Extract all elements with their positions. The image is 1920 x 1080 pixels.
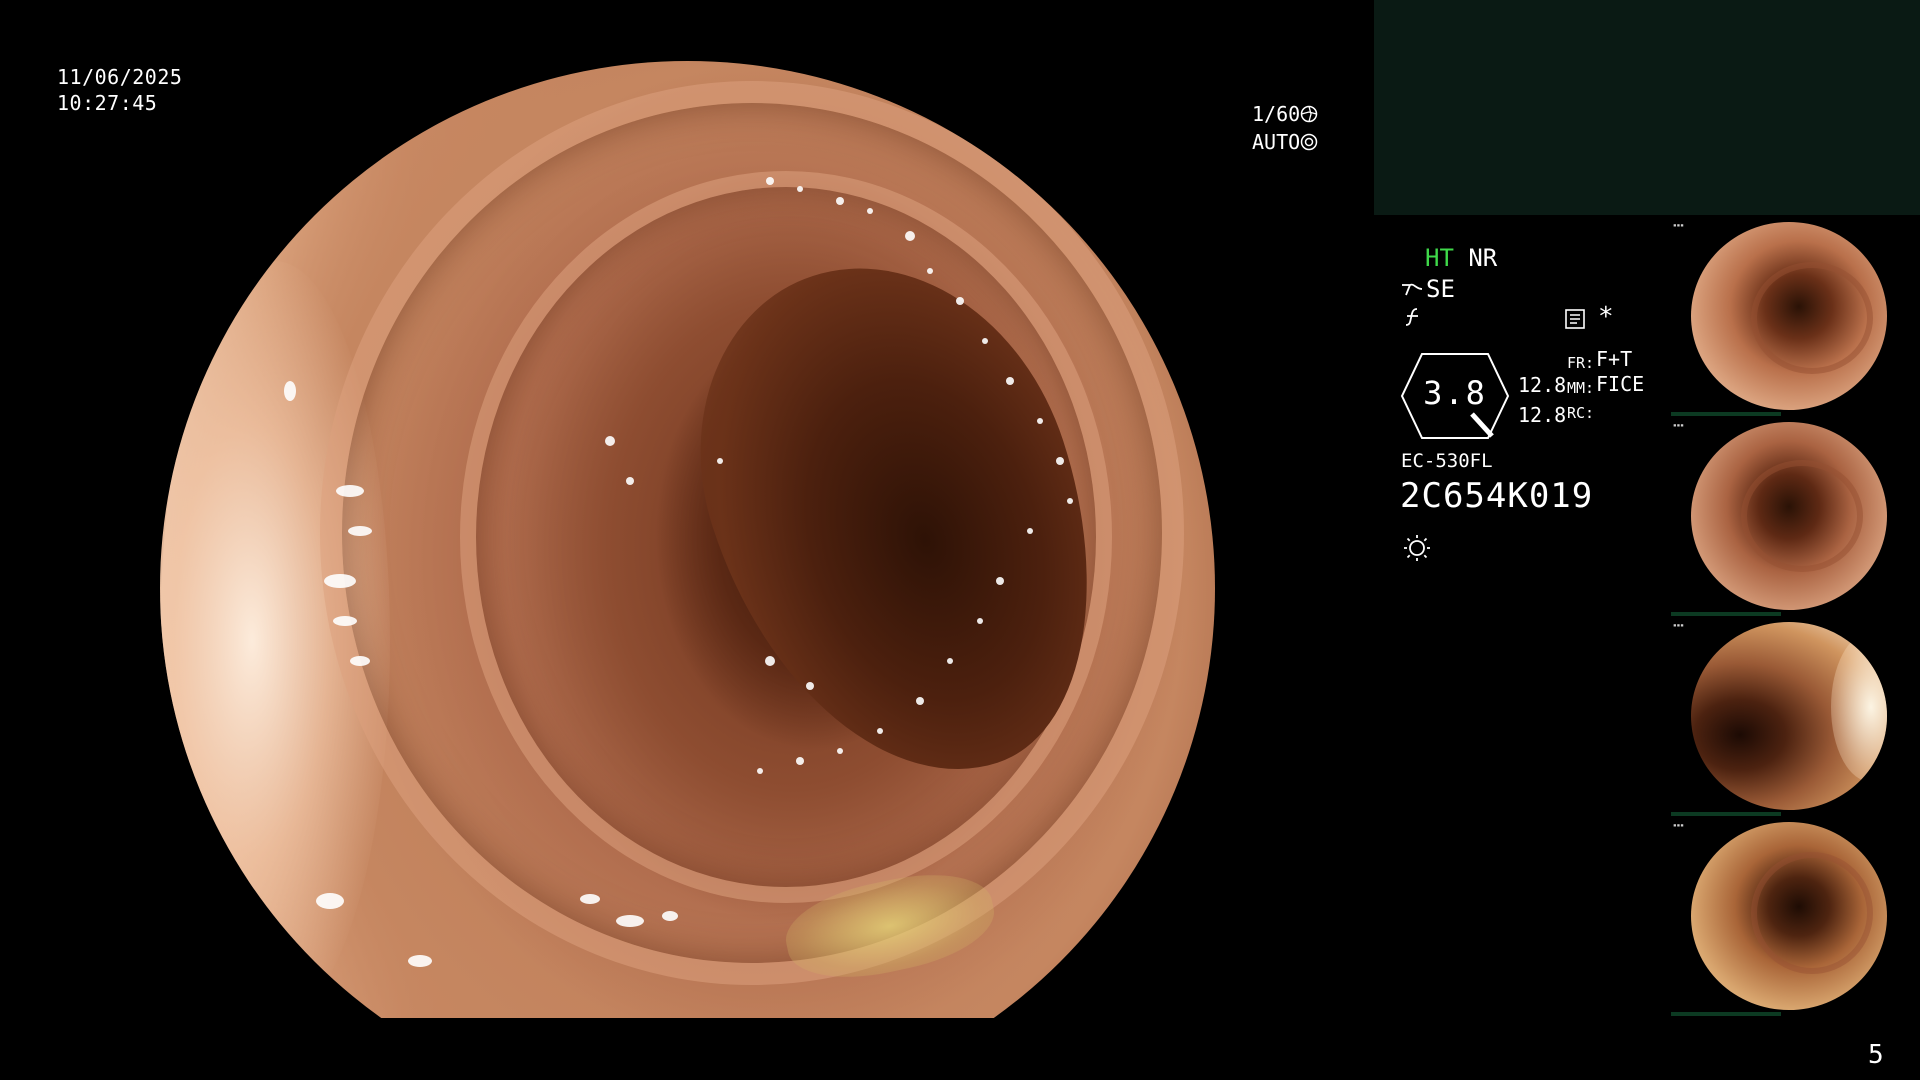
record-icon	[1564, 308, 1586, 334]
thumbnail-1[interactable]: ▪▪▪	[1671, 218, 1920, 418]
mm-value: FICE	[1596, 372, 1645, 396]
se-label: SE	[1426, 275, 1455, 303]
fr-value: F+T	[1596, 347, 1633, 371]
thumbnail-bar	[1671, 412, 1781, 416]
thumbnail-image	[1691, 822, 1887, 1010]
iris-row: AUTO	[1252, 128, 1318, 156]
nr-label: NR	[1468, 244, 1498, 272]
scope-model: EC-530FL	[1401, 450, 1493, 472]
shutter-row: 1/60	[1252, 100, 1318, 128]
shutter-icon	[1300, 102, 1318, 126]
gain-top: 12.8	[1518, 373, 1567, 397]
thumbnail-4[interactable]: ▪▪▪	[1671, 818, 1920, 1018]
rc-key: RC:	[1567, 404, 1595, 422]
thumbnail-image	[1691, 422, 1887, 610]
status-panel-background	[1374, 0, 1920, 215]
thumbnail-2[interactable]: ▪▪▪	[1671, 418, 1920, 618]
structure-enhancement-icon	[1400, 275, 1426, 303]
thumbnail-image	[1691, 622, 1887, 810]
page-number: 5	[1868, 1040, 1884, 1070]
iris-icon	[1300, 130, 1318, 154]
thumbnail-caption: ▪▪▪	[1673, 822, 1684, 829]
mode-values: F+T FICE	[1596, 347, 1644, 397]
thumbnail-glare	[1831, 632, 1887, 782]
endoscope-view	[160, 61, 1215, 1018]
thumbnail-bar	[1671, 812, 1781, 816]
ht-nr-row: HT NR	[1425, 244, 1497, 272]
shutter-speed: 1/60	[1252, 102, 1301, 126]
mm-key: MM:	[1567, 379, 1595, 397]
thumbnail-fold	[1751, 262, 1873, 374]
thumbnail-caption: ▪▪▪	[1673, 622, 1684, 629]
thumbnail-fold	[1741, 460, 1863, 572]
fr-key: FR:	[1567, 354, 1595, 372]
thumbnail-3[interactable]: ▪▪▪	[1671, 618, 1920, 818]
ht-label: HT	[1425, 244, 1454, 272]
gain-values: 12.8 12.8	[1518, 370, 1566, 430]
thumbnail-fold	[1751, 852, 1873, 974]
thumbnail-bar	[1671, 1012, 1781, 1016]
gain-bottom: 12.8	[1518, 403, 1567, 427]
thumbnail-caption: ▪▪▪	[1673, 222, 1684, 229]
exposure-readout: 1/60 AUTO	[1252, 100, 1318, 156]
specular-highlights	[284, 177, 1073, 967]
light-source-icon	[1402, 532, 1432, 566]
se-row: SE	[1400, 275, 1455, 303]
magnification-value: 3.8	[1423, 374, 1487, 412]
iris-mode: AUTO	[1252, 130, 1301, 154]
asterisk-label: *	[1598, 302, 1614, 332]
thumbnail-bar	[1671, 612, 1781, 616]
thumbnail-caption: ▪▪▪	[1673, 422, 1684, 429]
thumbnail-image	[1691, 222, 1887, 410]
mode-keys: FR: MM: RC:	[1567, 351, 1594, 426]
scope-serial: 2C654K019	[1400, 476, 1594, 516]
freeze-icon	[1402, 306, 1424, 332]
